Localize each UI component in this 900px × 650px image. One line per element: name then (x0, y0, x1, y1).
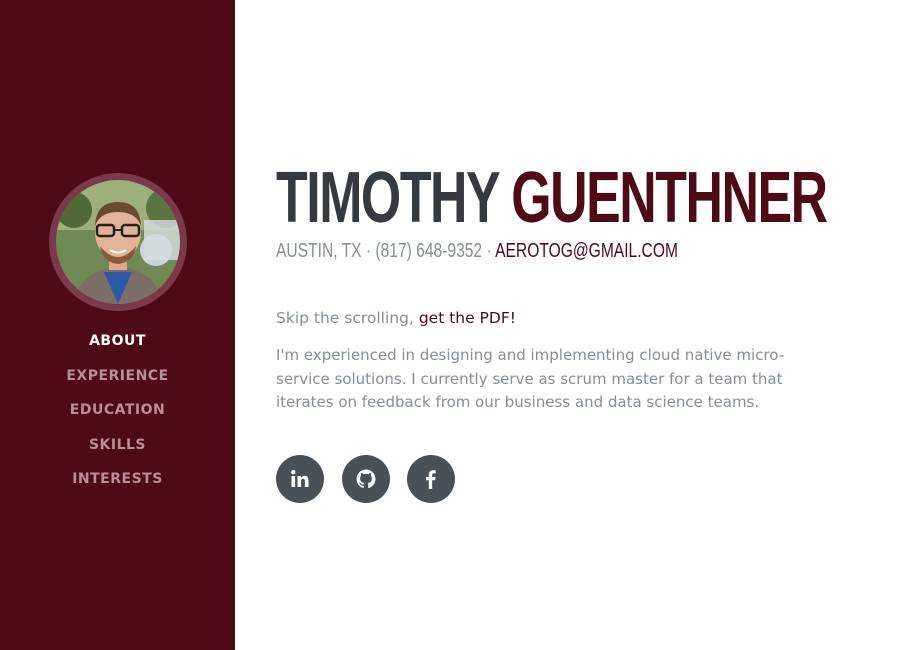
skip-line: Skip the scrolling, get the PDF! (276, 307, 836, 331)
nav-item-interests[interactable]: INTERESTS (0, 468, 235, 503)
main-content: TIMOTHY GUENTHNER AUSTIN, TX · (817) 648… (276, 0, 876, 650)
avatar-frame (49, 173, 187, 311)
github-icon (356, 469, 376, 489)
linkedin-button[interactable] (276, 455, 324, 503)
facebook-icon (426, 470, 436, 489)
bio-text: I'm experienced in designing and impleme… (276, 346, 785, 411)
first-name: TIMOTHY (276, 158, 500, 238)
github-button[interactable] (342, 455, 390, 503)
sidebar-menu: ABOUT EXPERIENCE EDUCATION SKILLS INTERE… (0, 330, 235, 503)
skip-text: Skip the scrolling, (276, 309, 414, 327)
page-title: TIMOTHY GUENTHNER (276, 158, 828, 238)
separator: · (486, 240, 492, 262)
email-link[interactable]: AEROTOG@GMAIL.COM (495, 240, 678, 262)
facebook-button[interactable] (407, 455, 455, 503)
avatar (56, 180, 180, 304)
last-name: GUENTHNER (511, 158, 828, 238)
nav-item-experience[interactable]: EXPERIENCE (0, 365, 235, 400)
sidebar-nav: ABOUT EXPERIENCE EDUCATION SKILLS INTERE… (0, 0, 235, 650)
separator: · (365, 240, 372, 262)
nav-item-education[interactable]: EDUCATION (0, 399, 235, 434)
nav-item-skills[interactable]: SKILLS (0, 434, 235, 469)
nav-item-about[interactable]: ABOUT (0, 330, 235, 365)
contact-line: AUSTIN, TX · (817) 648-9352 · AEROTOG@GM… (276, 238, 678, 264)
pdf-link[interactable]: get the PDF! (419, 309, 516, 327)
location-text: AUSTIN, TX (276, 240, 362, 262)
phone-text: (817) 648-9352 (375, 240, 483, 262)
linkedin-icon (291, 470, 309, 487)
